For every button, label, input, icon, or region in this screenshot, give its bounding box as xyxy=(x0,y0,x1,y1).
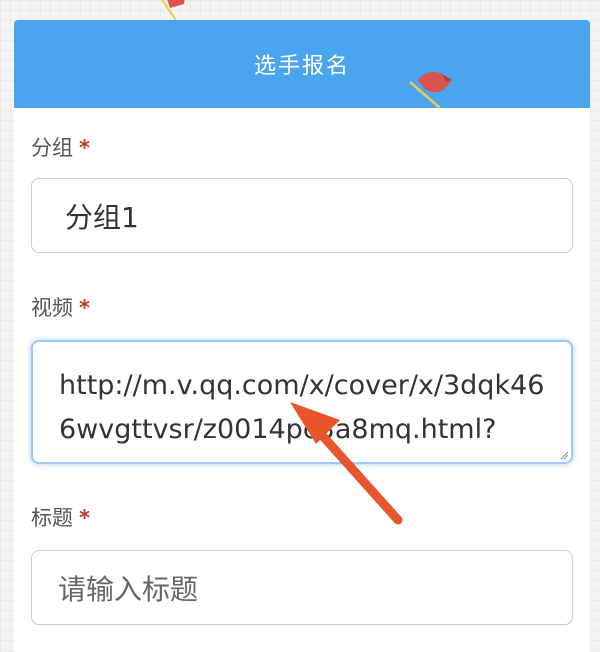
flag-icon xyxy=(409,72,452,109)
group-label: 分组 * xyxy=(31,136,90,160)
resize-handle-icon[interactable] xyxy=(559,450,569,460)
page-title: 选手报名 xyxy=(253,54,350,79)
required-mark: * xyxy=(79,506,90,530)
title-label: 标题 * xyxy=(31,506,90,530)
title-input[interactable]: 请输入标题 xyxy=(31,550,573,625)
card-header: 选手报名 xyxy=(14,20,590,109)
video-label: 视频 * xyxy=(31,296,90,320)
flag-icon xyxy=(161,0,185,20)
required-mark: * xyxy=(79,136,90,160)
group-select[interactable]: 分组1 xyxy=(31,178,573,253)
registration-card: 选手报名 分组 * 分组1 视频 * http://m.v.qq.com/x/cov… xyxy=(14,20,590,652)
title-placeholder: 请输入标题 xyxy=(58,572,199,606)
group-value: 分组1 xyxy=(65,200,139,234)
video-url-textarea[interactable]: http://m.v.qq.com/x/cover/x/3dqk466wvgtt… xyxy=(31,340,573,464)
video-url-value: http://m.v.qq.com/x/cover/x/3dqk466wvgtt… xyxy=(59,370,545,445)
required-mark: * xyxy=(79,296,90,320)
